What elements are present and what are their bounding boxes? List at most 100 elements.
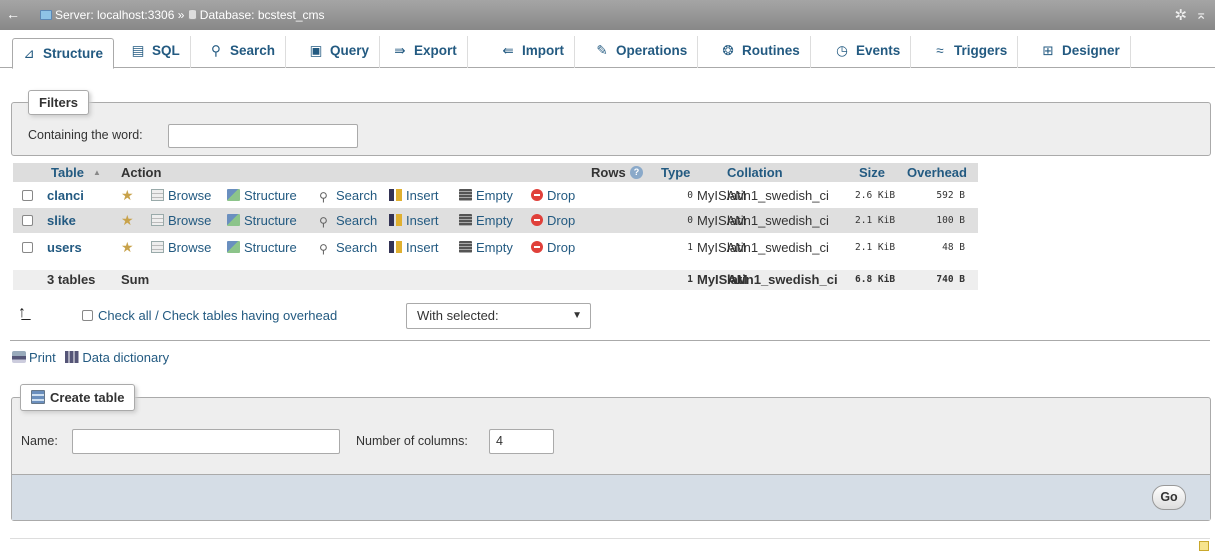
name-label: Name: bbox=[21, 434, 58, 448]
structure-action[interactable]: Structure bbox=[227, 183, 297, 208]
tab-structure[interactable]: ⊿ Structure bbox=[12, 38, 115, 69]
favorite-star-icon[interactable]: ★ bbox=[121, 208, 134, 233]
breadcrumb-database[interactable]: Database: bcstest_cms bbox=[200, 8, 325, 22]
tab-export[interactable]: ⇛ Export bbox=[384, 36, 468, 68]
table-overhead[interactable]: 48 B bbox=[909, 235, 965, 260]
header-collation[interactable]: Collation bbox=[727, 163, 783, 182]
filter-input[interactable] bbox=[168, 124, 358, 148]
print-link[interactable]: Print bbox=[12, 350, 56, 365]
tab-label: Triggers bbox=[954, 43, 1008, 58]
table-name[interactable]: users bbox=[47, 235, 82, 260]
search-icon: ⚲ bbox=[211, 43, 221, 58]
divider bbox=[10, 340, 1210, 341]
search-action[interactable]: ⚲ Search bbox=[319, 235, 377, 260]
tab-events[interactable]: ◷ Events bbox=[826, 36, 912, 68]
tab-label: Search bbox=[230, 43, 276, 58]
import-icon: ⇚ bbox=[502, 43, 514, 58]
tab-operations[interactable]: ✎ Operations bbox=[586, 36, 699, 68]
search-action[interactable]: ⚲ Search bbox=[319, 183, 377, 208]
table-size[interactable]: 2.1 KiB bbox=[855, 235, 895, 260]
create-table-icon bbox=[31, 390, 45, 404]
bulk-actions: ↑̲ Check all / Check tables having overh… bbox=[18, 302, 598, 330]
action-label: Structure bbox=[244, 188, 297, 203]
go-button[interactable]: Go bbox=[1152, 485, 1186, 510]
breadcrumb-separator: » bbox=[177, 8, 185, 22]
drop-action[interactable]: Drop bbox=[531, 235, 575, 260]
sum-collation: latin1_swedish_ci bbox=[727, 272, 838, 287]
header-size[interactable]: Size bbox=[859, 163, 885, 182]
tab-routines[interactable]: ❂ Routines bbox=[712, 36, 811, 68]
drop-icon bbox=[531, 214, 543, 226]
link-label: Print bbox=[29, 350, 56, 365]
tab-designer[interactable]: ⊞ Designer bbox=[1032, 36, 1131, 68]
insert-action[interactable]: Insert bbox=[389, 235, 439, 260]
row-checkbox[interactable] bbox=[22, 215, 33, 226]
table-size[interactable]: 2.1 KiB bbox=[855, 208, 895, 233]
check-all-label[interactable]: Check all / Check tables having overhead bbox=[98, 308, 337, 323]
divider bbox=[10, 538, 1210, 539]
empty-icon bbox=[459, 189, 472, 201]
tab-label: Routines bbox=[742, 43, 800, 58]
action-label: Empty bbox=[476, 213, 513, 228]
empty-action[interactable]: Empty bbox=[459, 235, 513, 260]
tab-search[interactable]: ⚲ Search bbox=[200, 36, 287, 68]
table-name-input[interactable] bbox=[72, 429, 340, 454]
tab-label: Events bbox=[856, 43, 901, 58]
table-overhead[interactable]: 100 B bbox=[909, 208, 965, 233]
empty-action[interactable]: Empty bbox=[459, 183, 513, 208]
create-table-fieldset bbox=[11, 397, 1211, 521]
sort-ascending-icon: ▲ bbox=[93, 168, 101, 177]
browse-icon bbox=[151, 189, 164, 201]
data-dictionary-link[interactable]: Data dictionary bbox=[65, 350, 169, 365]
action-label: Structure bbox=[244, 213, 297, 228]
browse-action[interactable]: Browse bbox=[151, 208, 211, 233]
favorite-star-icon[interactable]: ★ bbox=[121, 235, 134, 260]
browse-action[interactable]: Browse bbox=[151, 183, 211, 208]
header-overhead[interactable]: Overhead bbox=[907, 163, 967, 182]
drop-action[interactable]: Drop bbox=[531, 183, 575, 208]
drop-action[interactable]: Drop bbox=[531, 208, 575, 233]
collation: latin1_swedish_ci bbox=[727, 213, 829, 228]
empty-action[interactable]: Empty bbox=[459, 208, 513, 233]
action-label: Browse bbox=[168, 188, 212, 203]
chevron-down-icon: ▼ bbox=[572, 310, 582, 321]
insert-action[interactable]: Insert bbox=[389, 208, 439, 233]
columns-input[interactable]: 4 bbox=[489, 429, 554, 454]
action-label: Structure bbox=[244, 240, 297, 255]
search-action[interactable]: ⚲ Search bbox=[319, 208, 377, 233]
tab-sql[interactable]: ▤ SQL bbox=[122, 36, 191, 68]
with-selected-dropdown[interactable]: With selected: ▼ bbox=[406, 303, 591, 329]
help-icon[interactable]: ? bbox=[630, 166, 643, 179]
console-icon[interactable] bbox=[1199, 541, 1209, 551]
columns-label: Number of columns: bbox=[356, 434, 468, 448]
header-action: Action bbox=[121, 165, 162, 180]
breadcrumb-server[interactable]: Server: localhost:3306 bbox=[55, 8, 174, 22]
browse-icon bbox=[151, 214, 164, 226]
collapse-icon[interactable]: ⌅ bbox=[1195, 6, 1207, 23]
tab-query[interactable]: ▣ Query bbox=[300, 36, 381, 68]
insert-action[interactable]: Insert bbox=[389, 183, 439, 208]
table-name[interactable]: clanci bbox=[47, 183, 84, 208]
table-name[interactable]: slike bbox=[47, 208, 76, 233]
tab-import[interactable]: ⇚ Import bbox=[492, 36, 575, 68]
gear-icon[interactable]: ✲ bbox=[1174, 6, 1187, 24]
tab-triggers[interactable]: ≈ Triggers bbox=[924, 36, 1019, 68]
table-overhead[interactable]: 592 B bbox=[909, 183, 965, 208]
row-checkbox[interactable] bbox=[22, 242, 33, 253]
structure-action[interactable]: Structure bbox=[227, 235, 297, 260]
action-label: Empty bbox=[476, 188, 513, 203]
check-all-checkbox[interactable] bbox=[82, 310, 93, 321]
row-checkbox[interactable] bbox=[22, 190, 33, 201]
header-table[interactable]: Table bbox=[51, 163, 84, 182]
table-size[interactable]: 2.6 KiB bbox=[855, 183, 895, 208]
sum-size: 6.8 KiB bbox=[855, 274, 896, 285]
header-type[interactable]: Type bbox=[661, 163, 690, 182]
top-breadcrumb-bar: ← Server: localhost:3306 » Database: bcs… bbox=[0, 0, 1215, 30]
browse-action[interactable]: Browse bbox=[151, 235, 211, 260]
favorite-star-icon[interactable]: ★ bbox=[121, 183, 134, 208]
structure-icon bbox=[227, 241, 240, 253]
back-arrow-icon[interactable]: ← bbox=[6, 6, 20, 22]
structure-action[interactable]: Structure bbox=[227, 208, 297, 233]
drop-icon bbox=[531, 241, 543, 253]
action-label: Empty bbox=[476, 240, 513, 255]
